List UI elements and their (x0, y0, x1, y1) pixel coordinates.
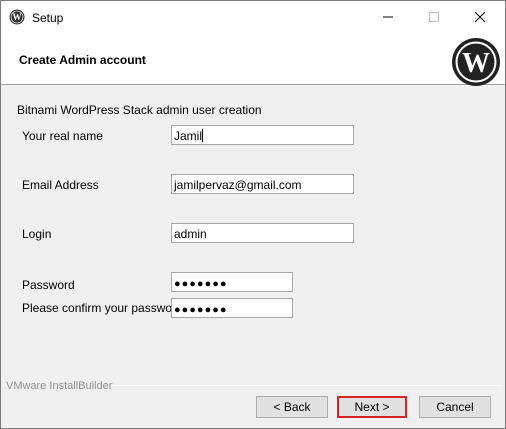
next-button[interactable]: Next > (337, 396, 407, 418)
login-label: Login (22, 227, 52, 241)
text-caret (202, 129, 204, 142)
real-name-value: Jamil (174, 129, 203, 143)
password-label: Password (22, 278, 75, 292)
email-input[interactable]: jamilpervaz@gmail.com (171, 174, 354, 194)
real-name-input[interactable]: Jamil (171, 125, 354, 145)
minimize-icon (383, 16, 393, 18)
header-banner: Create Admin account W (1, 33, 505, 86)
wordpress-logo-icon: W (452, 38, 500, 86)
maximize-icon (429, 12, 439, 22)
svg-text:W: W (462, 48, 490, 79)
password-value: ●●●●●●● (174, 278, 228, 290)
wordpress-icon: W (9, 9, 25, 25)
email-label: Email Address (22, 178, 99, 192)
footer-divider (111, 385, 503, 386)
page-title: Create Admin account (19, 53, 146, 67)
email-value: jamilpervaz@gmail.com (174, 178, 302, 192)
title-bar[interactable]: W Setup (1, 1, 505, 33)
confirm-password-value: ●●●●●●● (174, 304, 228, 316)
confirm-password-label: Please confirm your password (22, 301, 183, 315)
back-button[interactable]: < Back (256, 396, 328, 418)
close-icon (475, 12, 485, 22)
login-value: admin (174, 227, 207, 241)
cancel-button[interactable]: Cancel (419, 396, 491, 418)
setup-window: W Setup Create Admin account W Bitnami W… (0, 0, 506, 429)
section-title: Bitnami WordPress Stack admin user creat… (17, 103, 262, 117)
installer-brand: VMware InstallBuilder (6, 380, 113, 392)
minimize-button[interactable] (365, 1, 411, 33)
close-button[interactable] (457, 1, 503, 33)
svg-text:W: W (13, 12, 22, 22)
real-name-label: Your real name (22, 129, 103, 143)
confirm-password-input[interactable]: ●●●●●●● (171, 298, 293, 318)
window-title: Setup (32, 11, 64, 25)
maximize-button[interactable] (411, 1, 457, 33)
password-input[interactable]: ●●●●●●● (171, 272, 293, 292)
login-input[interactable]: admin (171, 223, 354, 243)
